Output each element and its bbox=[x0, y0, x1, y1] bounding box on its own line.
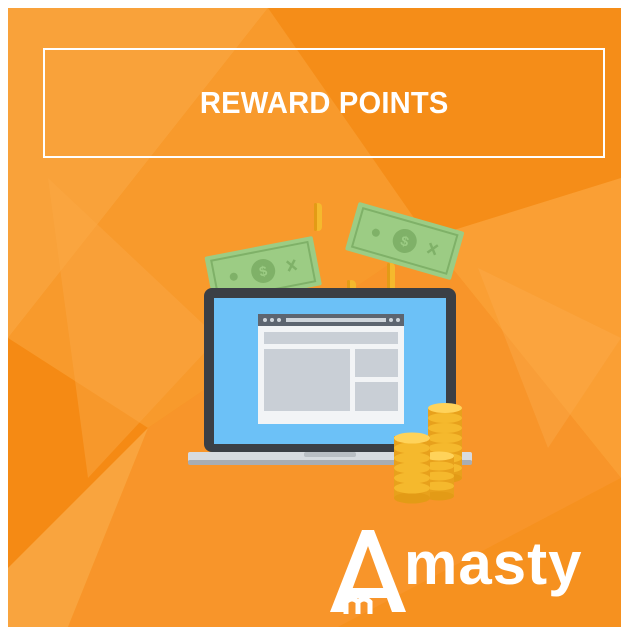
coin-icon bbox=[314, 203, 322, 231]
amasty-wordmark: masty bbox=[404, 530, 583, 597]
banknote-icon: $ bbox=[345, 202, 465, 280]
browser-window-icon bbox=[258, 314, 404, 424]
amasty-logo-mark-icon bbox=[330, 530, 406, 614]
reward-points-banner: REWARD POINTS $ $ masty bbox=[8, 8, 621, 627]
amasty-logo: masty bbox=[326, 516, 616, 620]
